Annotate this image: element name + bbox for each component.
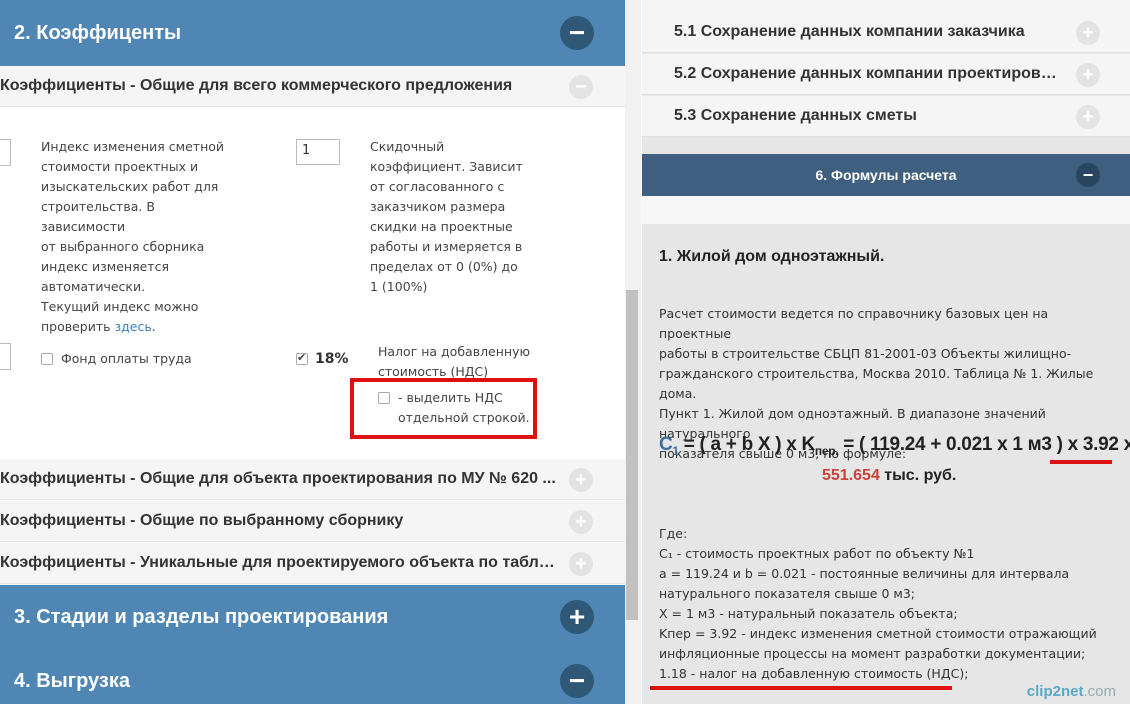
- right-top-strip: [642, 0, 1130, 12]
- formula-k-sub: пер.: [814, 443, 839, 458]
- discount-desc-line: работы и измеряется в: [370, 239, 523, 254]
- formula-desc-line: Расчет стоимости ведется по справочнику …: [659, 306, 1049, 341]
- formula-result-value: 551.654: [822, 467, 880, 484]
- collapse-section-export-button[interactable]: −: [560, 664, 594, 698]
- vat-desc-line: Налог на добавленную: [378, 344, 531, 359]
- legend-line: инфляционные процессы на момент разработ…: [659, 646, 1086, 661]
- subsection-collection-header[interactable]: Коэффициенты - Общие по выбранному сборн…: [0, 501, 625, 542]
- discount-desc-line: скидки на проектные: [370, 219, 513, 234]
- index-check-link[interactable]: здесь: [115, 319, 152, 334]
- subsection-general-header[interactable]: Коэффициенты - Общие для всего коммерчес…: [0, 66, 625, 107]
- discount-desc-line: от согласованного с: [370, 179, 505, 194]
- index-desc-line: от выбранного сборника: [41, 239, 205, 254]
- right-panel: 5.1 Сохранение данных компании заказчика…: [642, 0, 1130, 704]
- legend-line: С₁ - стоимость проектных работ по объект…: [659, 546, 975, 561]
- item-save-designer-label: 5.2 Сохранение данных компании проектиро…: [674, 65, 1059, 82]
- collapse-subsection-general-button[interactable]: −: [569, 75, 593, 99]
- fot-label: Фонд оплаты труда: [61, 351, 192, 366]
- discount-desc-line: пределах от 0 (0%) до: [370, 259, 518, 274]
- subsection-unique-title: Коэффициенты - Уникальные для проектируе…: [0, 554, 560, 571]
- legend-line: X = 1 м3 - натуральный показатель объект…: [659, 606, 958, 621]
- subsection-general-title: Коэффициенты - Общие для всего коммерчес…: [0, 77, 513, 94]
- formulas-spacer: [642, 196, 1130, 224]
- index-desc-line: Текущий индекс можно: [41, 299, 199, 314]
- section-stages-header[interactable]: 3. Стадии и разделы проектирования +: [0, 585, 625, 649]
- discount-desc-line: заказчиком размера: [370, 199, 506, 214]
- highlight-box: [350, 378, 537, 439]
- legend-line: 1.18 - налог на добавленную стоимость (Н…: [659, 666, 969, 681]
- section-coefficients-header[interactable]: 2. Коэффиценты −: [0, 0, 625, 66]
- logo-text: clip2net: [1026, 683, 1084, 700]
- formula-title: 1. Жилой дом одноэтажный.: [659, 248, 885, 265]
- section-stages-title: 3. Стадии и разделы проектирования: [14, 605, 389, 628]
- expand-subsection-unique-button[interactable]: +: [569, 552, 593, 576]
- legend-underline: [650, 686, 952, 690]
- discount-input[interactable]: 1: [296, 139, 340, 165]
- subsection-collection-title: Коэффициенты - Общие по выбранному сборн…: [0, 512, 404, 529]
- formula-part2: = ( 119.24 + 0.021 x 1 м3 ) x 3.92 x 1.1…: [843, 434, 1130, 455]
- index-desc-line: Индекс изменения сметной: [41, 139, 225, 154]
- legend-line: Kпер = 3.92 - индекс изменения сметной с…: [659, 626, 1097, 641]
- section-export-title: 4. Выгрузка: [14, 669, 130, 692]
- item-save-customer[interactable]: 5.1 Сохранение данных компании заказчика…: [642, 12, 1130, 53]
- index-check-prefix: проверить: [41, 319, 115, 334]
- discount-desc-line: коэффициент. Зависит: [370, 159, 523, 174]
- scrollbar-thumb[interactable]: [626, 290, 638, 620]
- index-check-suffix: .: [151, 319, 156, 334]
- section-coefficients-title: 2. Коэффиценты: [14, 21, 182, 44]
- left-panel: 2. Коэффиценты − Коэффициенты - Общие дл…: [0, 0, 625, 704]
- fot-input[interactable]: [0, 343, 11, 370]
- item-save-designer[interactable]: 5.2 Сохранение данных компании проектиро…: [642, 54, 1130, 95]
- item-save-customer-label: 5.1 Сохранение данных компании заказчика: [674, 23, 1025, 40]
- section-export-header[interactable]: 4. Выгрузка −: [0, 649, 625, 704]
- collapse-section-formulas-button[interactable]: −: [1076, 163, 1100, 187]
- discount-desc-line: 1 (100%): [370, 279, 428, 294]
- subsection-unique-header[interactable]: Коэффициенты - Уникальные для проектируе…: [0, 543, 625, 584]
- index-desc-line: строительства. В зависимости: [41, 199, 155, 234]
- expand-section-stages-button[interactable]: +: [560, 600, 594, 634]
- formula-legend: Где: С₁ - стоимость проектных работ по о…: [659, 524, 1119, 684]
- formula-desc-line: работы в строительстве СБЦП 81-2001-03 О…: [659, 346, 1072, 361]
- section-formulas-title: 6. Формулы расчета: [815, 167, 957, 183]
- vat-checkbox[interactable]: [296, 351, 308, 365]
- collapse-section-coefficients-button[interactable]: −: [560, 16, 594, 50]
- item-save-estimate-label: 5.3 Сохранение данных сметы: [674, 107, 917, 124]
- clip2net-logo: clip2net.com: [1027, 683, 1116, 700]
- formula-underline: [1050, 460, 1112, 464]
- item-save-estimate[interactable]: 5.3 Сохранение данных сметы +: [642, 96, 1130, 137]
- legend-line: Где:: [659, 526, 688, 541]
- legend-line: a = 119.24 и b = 0.021 - постоянные вели…: [659, 566, 1070, 581]
- legend-line: натурального показателя свыше 0 м3;: [659, 586, 915, 601]
- formula-result-unit: тыс. руб.: [879, 467, 957, 484]
- formula-part1: = ( a + b X ) x K: [678, 434, 815, 455]
- expand-item-save-estimate-button[interactable]: +: [1076, 105, 1100, 129]
- formulas-content: 1. Жилой дом одноэтажный. Расчет стоимос…: [642, 224, 1130, 704]
- formula-equation: C1 = ( a + b X ) x Kпер. = ( 119.24 + 0.…: [659, 434, 1130, 458]
- index-desc-line: автоматически.: [41, 279, 146, 294]
- index-desc-line: стоимости проектных и: [41, 159, 199, 174]
- expand-item-save-designer-button[interactable]: +: [1076, 63, 1100, 87]
- expand-item-save-customer-button[interactable]: +: [1076, 21, 1100, 45]
- discount-description: Скидочный коэффициент. Зависит от соглас…: [370, 137, 540, 297]
- logo-domain: .com: [1083, 683, 1116, 700]
- subsection-object-header[interactable]: Коэффициенты - Общие для объекта проекти…: [0, 459, 625, 500]
- expand-subsection-object-button[interactable]: +: [569, 468, 593, 492]
- formula-desc-line: гражданского строительства, Москва 2010.…: [659, 366, 1094, 401]
- index-desc-line: индекс изменяется: [41, 259, 169, 274]
- coefficients-body: Индекс изменения сметной стоимости проек…: [0, 108, 625, 460]
- index-check-line: проверить здесь.: [41, 317, 241, 337]
- vat-description: Налог на добавленную стоимость (НДС): [378, 342, 558, 382]
- section-formulas-header[interactable]: 6. Формулы расчета −: [642, 154, 1130, 196]
- fot-checkbox[interactable]: [41, 353, 53, 365]
- expand-subsection-collection-button[interactable]: +: [569, 510, 593, 534]
- formula-c: C: [659, 434, 673, 455]
- formula-result: 551.654 тыс. руб.: [822, 467, 956, 485]
- discount-desc-line: Скидочный: [370, 139, 445, 154]
- index-desc-line: изыскательских работ для: [41, 179, 219, 194]
- index-input[interactable]: [0, 139, 11, 166]
- subsection-object-title: Коэффициенты - Общие для объекта проекти…: [0, 470, 556, 487]
- index-description: Индекс изменения сметной стоимости проек…: [41, 137, 241, 337]
- vat-percent: 18%: [315, 351, 349, 367]
